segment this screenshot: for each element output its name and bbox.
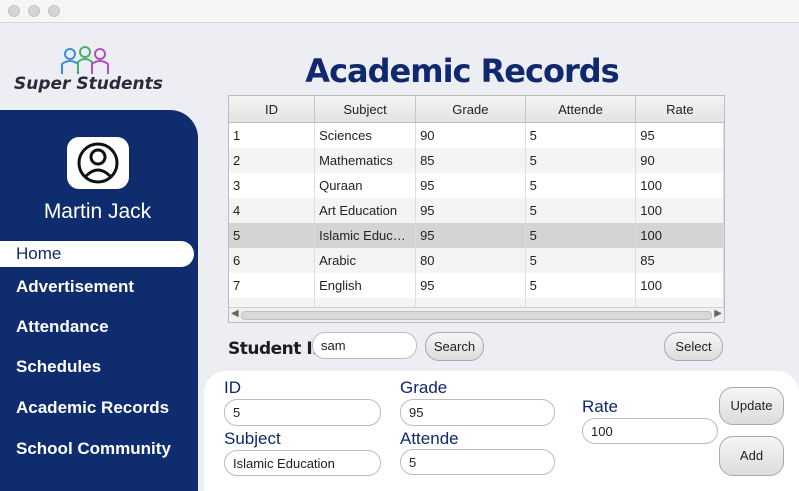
table-cell: 7 [229, 273, 316, 298]
table-row[interactable]: 1 Sciences 90 5 95 [229, 122, 724, 148]
table-cell: English [314, 273, 417, 298]
logo-text: Super Students [14, 74, 163, 94]
minimize-window-button[interactable] [28, 5, 40, 17]
table-cell: 95 [415, 223, 526, 248]
add-button[interactable]: Add [719, 436, 784, 476]
table-header-row: ID Subject Grade Attende Rate [229, 96, 724, 123]
update-button[interactable]: Update [719, 387, 784, 425]
column-header-grade[interactable]: Grade [415, 96, 526, 123]
table-cell: 5 [525, 122, 637, 148]
id-field[interactable]: 5 [224, 399, 381, 426]
records-table[interactable]: ID Subject Grade Attende Rate 1 Sciences… [228, 95, 725, 323]
table-cell: Islamic Educat... [314, 223, 417, 248]
select-button[interactable]: Select [664, 332, 723, 361]
id-label: ID [224, 378, 241, 397]
table-cell: 5 [525, 148, 637, 173]
grade-label: Grade [400, 378, 448, 397]
maximize-window-button[interactable] [48, 5, 60, 17]
attende-label: Attende [400, 429, 459, 448]
table-cell: Art Education [314, 198, 417, 223]
table-cell: 95 [415, 273, 526, 298]
table-cell: 80 [415, 248, 526, 273]
column-header-id[interactable]: ID [229, 96, 316, 123]
table-cell: Arabic [314, 248, 417, 273]
table-cell: Sciences [314, 122, 417, 148]
column-header-rate[interactable]: Rate [635, 96, 724, 123]
table-cell: 95 [415, 173, 526, 198]
student-id-input[interactable]: sam [312, 332, 417, 359]
rate-field[interactable]: 100 [582, 418, 718, 444]
table-cell: 90 [415, 122, 526, 148]
table-cell: 5 [525, 248, 637, 273]
table-cell: 4 [229, 198, 316, 223]
table-row[interactable]: 3 Quraan 95 5 100 [229, 173, 724, 198]
rate-label: Rate [582, 397, 618, 416]
table-cell: Quraan [314, 173, 417, 198]
table-cell: 85 [415, 148, 526, 173]
student-id-label: Student ID [228, 339, 326, 359]
table-cell: 5 [229, 223, 316, 248]
attende-field[interactable]: 5 [400, 449, 555, 475]
table-cell: 5 [525, 198, 637, 223]
table-cell: 100 [635, 173, 724, 198]
table-cell: 5 [525, 173, 637, 198]
column-header-attende[interactable]: Attende [525, 96, 637, 123]
table-cell: 100 [635, 223, 724, 248]
table-row[interactable]: 2 Mathematics 85 5 90 [229, 148, 724, 173]
sidebar-item-academic-records[interactable]: Academic Records [0, 395, 194, 421]
avatar [67, 137, 129, 189]
subject-field[interactable]: Islamic Education [224, 450, 381, 476]
table-cell: 5 [525, 273, 637, 298]
sidebar-item-home[interactable]: Home [0, 241, 194, 267]
table-cell: 85 [635, 248, 724, 273]
sidebar-item-attendance[interactable]: Attendance [0, 314, 194, 340]
search-button[interactable]: Search [425, 332, 484, 361]
horizontal-scrollbar[interactable]: ◀ ▶ [229, 307, 724, 322]
column-header-subject[interactable]: Subject [314, 96, 417, 123]
page-title: Academic Records [305, 52, 619, 90]
user-icon [77, 142, 119, 184]
table-cell: 5 [525, 223, 637, 248]
close-window-button[interactable] [8, 5, 20, 17]
table-cell: Mathematics [314, 148, 417, 173]
table-row[interactable]: 7 English 95 5 100 [229, 273, 724, 298]
table-cell: 95 [415, 198, 526, 223]
table-cell: 100 [635, 273, 724, 298]
table-cell: 1 [229, 122, 316, 148]
sidebar-item-advertisement[interactable]: Advertisement [0, 274, 194, 300]
window-titlebar [0, 0, 799, 23]
table-cell: 100 [635, 198, 724, 223]
table-row[interactable]: 4 Art Education 95 5 100 [229, 198, 724, 223]
scroll-left-icon[interactable]: ◀ [231, 308, 239, 319]
table-cell: 3 [229, 173, 316, 198]
grade-field[interactable]: 95 [400, 399, 555, 426]
sidebar-item-school-community[interactable]: School Community [0, 436, 194, 462]
subject-label: Subject [224, 429, 281, 448]
scrollbar-thumb[interactable] [241, 311, 712, 320]
username: Martin Jack [43, 200, 152, 223]
table-cell: 6 [229, 248, 316, 273]
table-cell: 2 [229, 148, 316, 173]
table-cell: 95 [635, 122, 724, 148]
table-cell: 90 [635, 148, 724, 173]
sidebar-item-schedules[interactable]: Schedules [0, 354, 194, 380]
table-row-selected[interactable]: 5 Islamic Educat... 95 5 100 [229, 223, 724, 248]
scroll-right-icon[interactable]: ▶ [714, 308, 722, 319]
table-row[interactable]: 6 Arabic 80 5 85 [229, 248, 724, 273]
